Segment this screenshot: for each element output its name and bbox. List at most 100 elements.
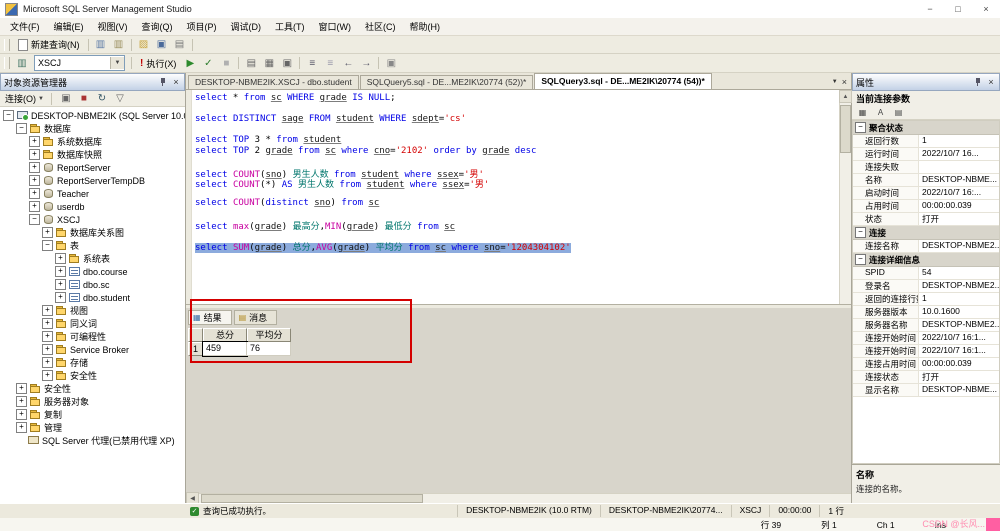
debug-icon[interactable]: ▶ xyxy=(182,56,198,70)
property-row[interactable]: 连接开始时间2022/10/7 16:1... xyxy=(853,332,999,345)
expand-icon[interactable]: + xyxy=(42,227,53,238)
menu-item-8[interactable]: 社区(C) xyxy=(358,18,403,35)
expand-icon[interactable]: + xyxy=(29,162,40,173)
grid-row-header[interactable]: 1 xyxy=(188,342,203,356)
close-document-icon[interactable]: × xyxy=(842,77,847,87)
parse-icon[interactable]: ✓ xyxy=(200,56,216,70)
tree-item[interactable]: +dbo.student xyxy=(0,291,185,304)
menu-item-3[interactable]: 查询(Q) xyxy=(135,18,180,35)
grid-cell[interactable]: 459 xyxy=(203,342,247,356)
results-to-text-icon[interactable]: ▤ xyxy=(243,56,259,70)
tree-item[interactable]: +系统数据库 xyxy=(0,135,185,148)
menu-item-7[interactable]: 窗口(W) xyxy=(312,18,359,35)
expand-icon[interactable]: + xyxy=(55,253,66,264)
uncomment-icon[interactable]: ≡ xyxy=(322,56,338,70)
collapse-icon[interactable]: − xyxy=(855,122,866,133)
menu-item-2[interactable]: 视图(V) xyxy=(91,18,135,35)
tree-item[interactable]: −数据库 xyxy=(0,122,185,135)
expand-icon[interactable]: + xyxy=(55,266,66,277)
property-row[interactable]: 状态打开 xyxy=(853,213,999,226)
menu-item-5[interactable]: 调试(D) xyxy=(224,18,269,35)
expand-icon[interactable]: + xyxy=(42,305,53,316)
scrollbar-thumb[interactable] xyxy=(201,494,423,503)
filter-icon[interactable]: ▽ xyxy=(112,92,128,106)
database-combobox[interactable]: XSCJ ▼ xyxy=(34,55,125,71)
scrollbar-thumb[interactable] xyxy=(840,105,851,153)
tree-item[interactable]: +同义词 xyxy=(0,317,185,330)
tree-item[interactable]: +服务器对象 xyxy=(0,395,185,408)
expand-icon[interactable]: + xyxy=(16,409,27,420)
property-row[interactable]: 登录名DESKTOP-NBME2... xyxy=(853,280,999,293)
tree-item[interactable]: +Teacher xyxy=(0,187,185,200)
collapse-icon[interactable]: − xyxy=(16,123,27,134)
collapse-icon[interactable]: − xyxy=(855,227,866,238)
close-icon[interactable]: × xyxy=(986,77,996,87)
pin-icon[interactable] xyxy=(974,77,982,87)
collapse-icon[interactable]: − xyxy=(29,214,40,225)
tree-item[interactable]: +dbo.sc xyxy=(0,278,185,291)
tree-item[interactable]: +系统表 xyxy=(0,252,185,265)
property-row[interactable]: 返回行数1 xyxy=(853,135,999,148)
open-file-icon[interactable]: ▨ xyxy=(136,38,152,52)
expand-icon[interactable]: + xyxy=(29,149,40,160)
property-pages-icon[interactable]: ▤ xyxy=(891,105,906,119)
property-row[interactable]: 连接开始时间2022/10/7 16:1... xyxy=(853,345,999,358)
tree-item[interactable]: +存储 xyxy=(0,356,185,369)
property-group[interactable]: −连接详细信息 xyxy=(853,253,999,267)
property-group[interactable]: −聚合状态 xyxy=(853,121,999,135)
editor-vertical-scrollbar[interactable]: ▲ xyxy=(839,90,851,304)
stop-icon[interactable]: ■ xyxy=(76,92,92,106)
property-row[interactable]: 服务器版本10.0.1600 xyxy=(853,306,999,319)
property-row[interactable]: 连接名称DESKTOP-NBME2... xyxy=(853,240,999,253)
property-row[interactable]: 连接失败 xyxy=(853,161,999,174)
expand-icon[interactable]: + xyxy=(29,201,40,212)
tree-item[interactable]: +复制 xyxy=(0,408,185,421)
tree-item[interactable]: +Service Broker xyxy=(0,343,185,356)
property-row[interactable]: 运行时间2022/10/7 16... xyxy=(853,148,999,161)
menu-item-9[interactable]: 帮助(H) xyxy=(403,18,448,35)
property-row[interactable]: 服务器名称DESKTOP-NBME2... xyxy=(853,319,999,332)
menu-item-6[interactable]: 工具(T) xyxy=(268,18,312,35)
active-files-dropdown-icon[interactable]: ▼ xyxy=(832,79,838,85)
results-to-file-icon[interactable]: ▣ xyxy=(279,56,295,70)
tree-item[interactable]: +管理 xyxy=(0,421,185,434)
categorized-icon[interactable]: ▦ xyxy=(855,105,870,119)
database-engine-query-icon[interactable]: ▥ xyxy=(93,38,109,52)
comment-out-icon[interactable]: ≡ xyxy=(304,56,320,70)
collapse-icon[interactable]: − xyxy=(3,110,14,121)
tree-item[interactable]: +dbo.course xyxy=(0,265,185,278)
pin-icon[interactable] xyxy=(159,77,167,87)
menu-item-0[interactable]: 文件(F) xyxy=(3,18,47,35)
tree-item[interactable]: +数据库关系图 xyxy=(0,226,185,239)
expand-icon[interactable]: + xyxy=(16,422,27,433)
execute-button[interactable]: ! 执行(X) xyxy=(135,56,181,71)
results-tab-results[interactable]: ▦结果 xyxy=(188,310,232,325)
specify-template-icon[interactable]: ▣ xyxy=(383,56,399,70)
expand-icon[interactable]: + xyxy=(42,331,53,342)
tree-item[interactable]: +userdb xyxy=(0,200,185,213)
menu-item-1[interactable]: 编辑(E) xyxy=(47,18,91,35)
doc-tab-2[interactable]: SQLQuery3.sql - DE...ME2IK\20774 (54))* xyxy=(534,73,711,89)
property-row[interactable]: 占用时间00:00:00.039 xyxy=(853,200,999,213)
property-row[interactable]: 连接占用时间00:00:00.039 xyxy=(853,358,999,371)
tree-item[interactable]: +安全性 xyxy=(0,369,185,382)
collapse-icon[interactable]: − xyxy=(42,240,53,251)
close-button[interactable]: × xyxy=(972,0,1000,18)
grid-cell[interactable]: 76 xyxy=(247,342,291,356)
analysis-service-query-icon[interactable]: ▥ xyxy=(111,38,127,52)
expand-icon[interactable]: + xyxy=(29,136,40,147)
expand-icon[interactable]: + xyxy=(42,318,53,329)
expand-icon[interactable]: + xyxy=(55,279,66,290)
expand-icon[interactable]: + xyxy=(29,188,40,199)
minimize-button[interactable]: − xyxy=(916,0,944,18)
tree-item[interactable]: −表 xyxy=(0,239,185,252)
property-row[interactable]: 连接状态打开 xyxy=(853,371,999,384)
maximize-button[interactable]: □ xyxy=(944,0,972,18)
results-to-grid-icon[interactable]: ▦ xyxy=(261,56,277,70)
close-icon[interactable]: × xyxy=(171,77,181,87)
property-row[interactable]: 显示名称DESKTOP-NBME... xyxy=(853,384,999,397)
expand-icon[interactable]: + xyxy=(29,175,40,186)
disconnect-icon[interactable]: ▣ xyxy=(58,92,74,106)
property-row[interactable]: SPID54 xyxy=(853,267,999,280)
results-tab-messages[interactable]: ▤消息 xyxy=(234,310,278,325)
